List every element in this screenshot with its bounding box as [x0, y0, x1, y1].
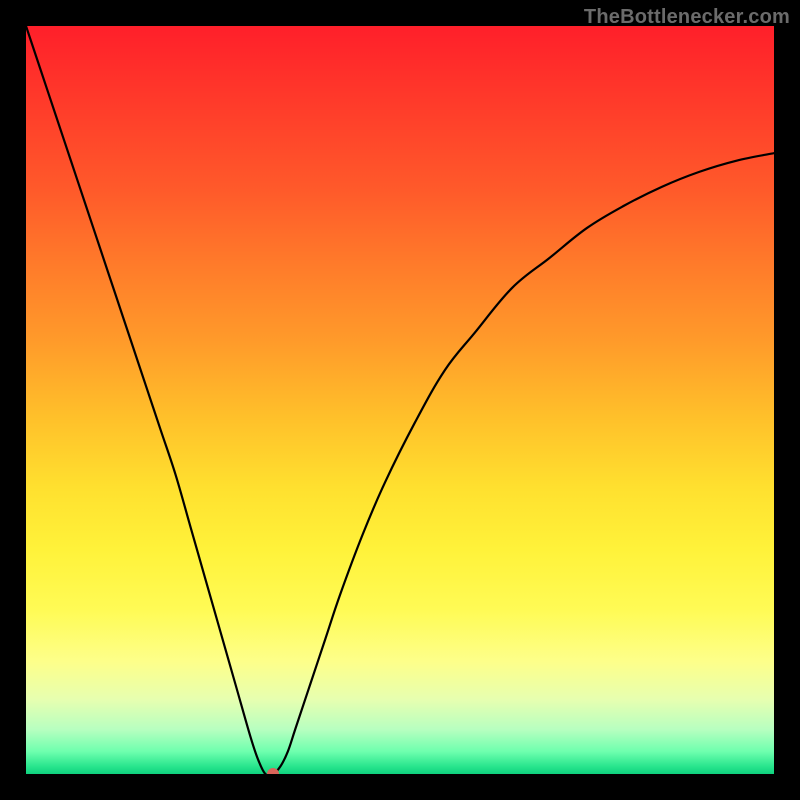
- curve-layer: [26, 26, 774, 774]
- plot-area: [26, 26, 774, 774]
- bottleneck-curve: [26, 26, 774, 774]
- chart-stage: TheBottleneсker.com: [0, 0, 800, 800]
- optimum-marker-icon: [267, 768, 279, 774]
